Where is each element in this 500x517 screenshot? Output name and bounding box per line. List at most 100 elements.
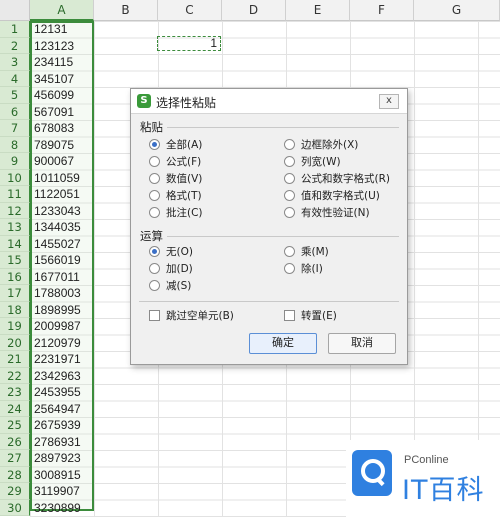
column-header-g[interactable]: G <box>414 0 500 21</box>
checkbox-skip-blanks[interactable]: 跳过空单元(B) <box>149 309 234 324</box>
option-label: 跳过空单元(B) <box>166 310 234 322</box>
row-header[interactable]: 28 <box>0 466 30 483</box>
row-header[interactable]: 6 <box>0 103 30 120</box>
ok-button[interactable]: 确定 <box>249 333 317 354</box>
cell-c2-copy-marquee[interactable]: 1 <box>157 36 221 51</box>
cell-a[interactable]: 1677011 <box>34 269 80 286</box>
row-header[interactable]: 24 <box>0 400 30 417</box>
row-header[interactable]: 17 <box>0 285 30 302</box>
radio-all-except-borders[interactable]: 边框除外(X) <box>284 138 358 153</box>
cell-a[interactable]: 567091 <box>34 104 74 121</box>
cell-a[interactable]: 2675939 <box>34 417 81 434</box>
radio-paste-all[interactable]: 全部(A) <box>149 138 202 153</box>
row-header[interactable]: 12 <box>0 202 30 219</box>
cell-a[interactable]: 1788003 <box>34 285 81 302</box>
cell-a[interactable]: 2120979 <box>34 335 81 352</box>
cell-a[interactable]: 2453955 <box>34 384 81 401</box>
cell-a[interactable]: 1344035 <box>34 219 81 236</box>
row-header[interactable]: 7 <box>0 120 30 137</box>
row-header[interactable]: 9 <box>0 153 30 170</box>
cell-a[interactable]: 678083 <box>34 120 74 137</box>
radio-paste-values[interactable]: 数值(V) <box>149 172 202 187</box>
cell-a[interactable]: 1011059 <box>34 170 80 187</box>
row-header[interactable]: 10 <box>0 169 30 186</box>
spreadsheet: A B C D E F G 1 2 3 4 5 6 7 8 9 10 11 12 13 14 15 16 17 1… <box>0 0 500 517</box>
cell-a[interactable]: 234115 <box>34 54 73 71</box>
divider <box>167 236 399 237</box>
search-logo-icon <box>352 450 392 496</box>
row-header[interactable]: 23 <box>0 384 30 401</box>
row-header[interactable]: 21 <box>0 351 30 368</box>
close-button[interactable]: x <box>379 94 399 109</box>
row-header[interactable]: 4 <box>0 70 30 87</box>
cell-a[interactable]: 2897923 <box>34 450 81 467</box>
cancel-button[interactable]: 取消 <box>328 333 396 354</box>
option-label: 列宽(W) <box>301 156 341 168</box>
row-header[interactable]: 2 <box>0 37 30 54</box>
cell-a[interactable]: 2231971 <box>34 351 81 368</box>
cell-a[interactable]: 789075 <box>34 137 74 154</box>
row-header[interactable]: 14 <box>0 235 30 252</box>
column-header-a[interactable]: A <box>30 0 94 21</box>
cell-a[interactable]: 3119907 <box>34 483 80 500</box>
row-header[interactable]: 3 <box>0 54 30 71</box>
row-header[interactable]: 15 <box>0 252 30 269</box>
row-header[interactable]: 25 <box>0 417 30 434</box>
row-header[interactable]: 27 <box>0 450 30 467</box>
radio-op-multiply[interactable]: 乘(M) <box>284 245 329 260</box>
radio-op-subtract[interactable]: 减(S) <box>149 279 191 294</box>
cell-a[interactable]: 2342963 <box>34 368 81 385</box>
row-header[interactable]: 11 <box>0 186 30 203</box>
row-header[interactable]: 18 <box>0 301 30 318</box>
row-header[interactable]: 8 <box>0 136 30 153</box>
cell-a[interactable]: 2009987 <box>34 318 81 335</box>
option-label: 减(S) <box>166 280 192 292</box>
row-header[interactable]: 1 <box>0 21 30 38</box>
cell-a[interactable]: 2786931 <box>34 434 81 451</box>
app-icon: S <box>137 94 151 108</box>
radio-paste-formats[interactable]: 格式(T) <box>149 189 202 204</box>
option-label: 无(O) <box>166 246 193 258</box>
row-header[interactable]: 30 <box>0 499 30 516</box>
dialog-titlebar[interactable]: S 选择性粘贴 x <box>131 89 407 114</box>
checkbox-transpose[interactable]: 转置(E) <box>284 309 337 324</box>
cell-a[interactable]: 1122051 <box>34 186 80 203</box>
column-header-c[interactable]: C <box>158 0 222 21</box>
cell-a[interactable]: 123123 <box>34 38 74 55</box>
cell-a[interactable]: 3230899 <box>34 500 81 517</box>
row-header[interactable]: 19 <box>0 318 30 335</box>
row-header[interactable]: 22 <box>0 367 30 384</box>
row-header[interactable]: 20 <box>0 334 30 351</box>
radio-validation[interactable]: 有效性验证(N) <box>284 206 370 221</box>
cell-a[interactable]: 900067 <box>34 153 74 170</box>
column-header-d[interactable]: D <box>222 0 286 21</box>
radio-column-widths[interactable]: 列宽(W) <box>284 155 341 170</box>
cell-a[interactable]: 1233043 <box>34 203 81 220</box>
cell-a[interactable]: 345107 <box>34 71 74 88</box>
cell-a[interactable]: 2564947 <box>34 401 81 418</box>
column-header-f[interactable]: F <box>350 0 414 21</box>
cell-a[interactable]: 3008915 <box>34 467 81 484</box>
radio-paste-comments[interactable]: 批注(C) <box>149 206 203 221</box>
cell-a[interactable]: 456099 <box>34 87 74 104</box>
row-header[interactable]: 13 <box>0 219 30 236</box>
row-header[interactable]: 5 <box>0 87 30 104</box>
cell-a[interactable]: 1898995 <box>34 302 81 319</box>
row-header[interactable]: 29 <box>0 483 30 500</box>
cell-a[interactable]: 1455027 <box>34 236 81 253</box>
column-header-e[interactable]: E <box>286 0 350 21</box>
cell-a[interactable]: 1566019 <box>34 252 81 269</box>
radio-icon <box>149 155 160 167</box>
radio-op-add[interactable]: 加(D) <box>149 262 193 277</box>
radio-paste-formulas[interactable]: 公式(F) <box>149 155 201 170</box>
column-header-b[interactable]: B <box>94 0 158 21</box>
row-header[interactable]: 26 <box>0 433 30 450</box>
radio-op-none[interactable]: 无(O) <box>149 245 193 260</box>
radio-op-divide[interactable]: 除(I) <box>284 262 323 277</box>
select-all-corner[interactable] <box>0 0 30 21</box>
radio-icon <box>284 155 295 167</box>
row-header[interactable]: 16 <box>0 268 30 285</box>
cell-a[interactable]: 12131 <box>34 21 67 38</box>
radio-values-and-number-formats[interactable]: 值和数字格式(U) <box>284 189 380 204</box>
radio-formulas-and-number-formats[interactable]: 公式和数字格式(R) <box>284 172 390 187</box>
